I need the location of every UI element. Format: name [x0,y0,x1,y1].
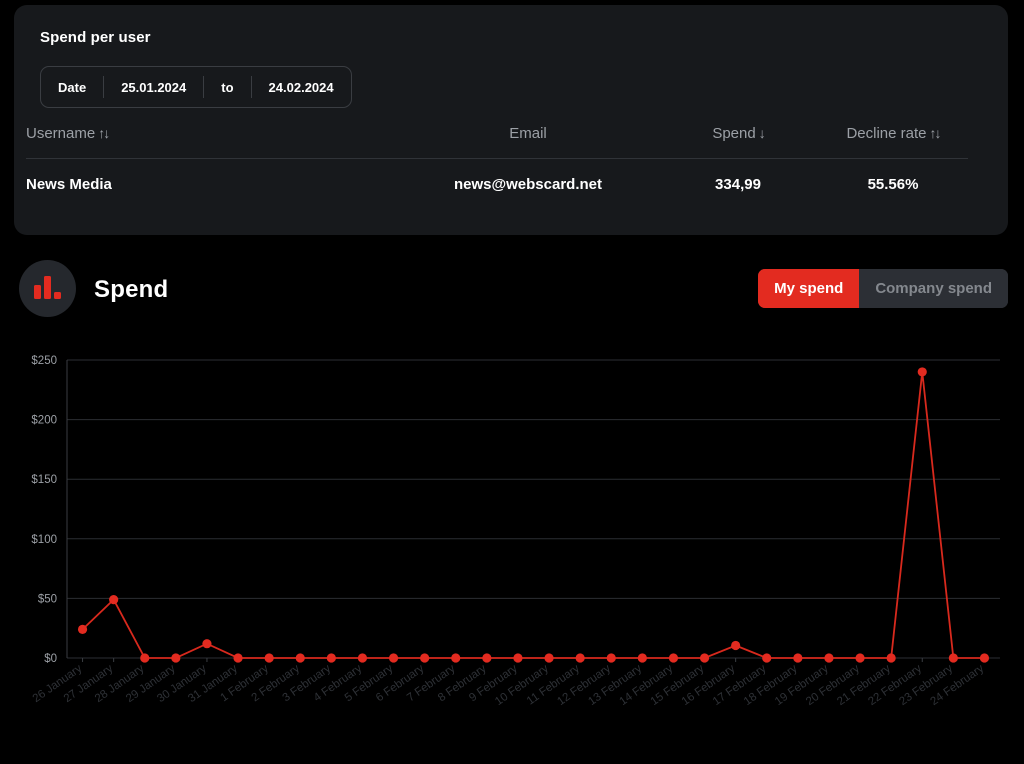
column-header-email-label: Email [509,125,547,142]
data-point[interactable] [544,653,554,663]
cell-spend: 334,99 [715,176,761,193]
data-point[interactable] [513,653,523,663]
column-header-spend[interactable]: Spend ↓ [658,125,818,142]
column-header-username-label: Username [26,125,96,142]
data-point[interactable] [140,653,150,663]
cell-username: News Media [26,176,112,193]
column-header-decline-rate-label: Decline rate [846,125,927,142]
data-point[interactable] [171,653,181,663]
sort-icon-spend[interactable]: ↓ [759,125,766,141]
data-point[interactable] [388,653,399,663]
data-point[interactable] [699,653,710,663]
date-to-input[interactable]: 24.02.2024 [252,67,351,107]
date-range-picker[interactable]: Date 25.01.2024 to 24.02.2024 [40,66,352,108]
cell-decline-rate: 55.56% [867,176,919,193]
cell-email: news@webscard.net [453,176,602,193]
card-title: Spend per user [40,29,151,46]
data-point[interactable] [979,653,990,663]
chart-panel-title: Spend [94,276,169,303]
spend-scope-toggle[interactable]: My spend Company spend [758,269,1008,308]
data-point[interactable] [731,640,741,651]
y-axis-tick-label: $150 [31,474,57,486]
data-point[interactable] [202,639,212,649]
app-root: Spend per user Date 25.01.2024 to 24.02.… [0,0,1024,764]
spend-per-user-card: Spend per user Date 25.01.2024 to 24.02.… [14,5,1008,235]
data-point[interactable] [762,653,772,663]
data-point[interactable] [357,653,368,663]
data-point[interactable] [917,367,927,377]
date-from-input[interactable]: 25.01.2024 [104,67,203,107]
y-axis-tick-label: $250 [31,355,57,367]
data-point[interactable] [264,653,274,663]
y-axis-tick-label: $50 [38,593,57,605]
y-axis-tick-label: $200 [31,415,57,427]
date-label: Date [58,79,87,95]
tab-my-spend[interactable]: My spend [758,269,860,308]
tab-company-spend[interactable]: Company spend [859,269,1008,308]
data-point[interactable] [824,653,834,663]
column-header-decline-rate[interactable]: Decline rate ↑↓ [818,125,968,142]
data-point[interactable] [233,653,243,663]
data-point[interactable] [668,653,679,663]
data-point[interactable] [575,653,585,663]
data-point[interactable] [326,653,336,663]
spend-line-chart[interactable]: $0$50$100$150$200$25026 January27 Januar… [0,330,1024,764]
y-axis-tick-label: $100 [31,534,57,546]
data-point[interactable] [886,653,896,663]
data-point[interactable] [855,653,865,663]
bar-chart-icon-glyph [34,276,61,299]
sort-icon-decline-rate[interactable]: ↑↓ [930,125,942,141]
data-point[interactable] [420,653,430,663]
spend-line-series [81,371,985,659]
column-header-spend-label: Spend [712,125,756,142]
bar-chart-icon [19,260,76,317]
table-row[interactable]: News Media news@webscard.net 334,99 55.5… [26,159,968,193]
data-point[interactable] [109,594,119,605]
y-axis-tick-label: $0 [44,653,57,665]
data-point[interactable] [948,653,958,663]
data-point[interactable] [482,653,492,663]
data-point[interactable] [77,624,88,634]
column-header-username[interactable]: Username ↑↓ [26,125,398,142]
column-header-email[interactable]: Email [398,125,658,142]
date-separator: to [221,79,234,95]
table-header-row: Username ↑↓ Email Spend ↓ Decline rate ↑↓ [26,125,968,159]
spend-table: Username ↑↓ Email Spend ↓ Decline rate ↑↓ N… [26,125,968,193]
data-point[interactable] [793,653,803,663]
data-point[interactable] [295,653,305,663]
sort-icon-username[interactable]: ↑↓ [98,125,110,141]
data-point[interactable] [451,653,461,663]
data-point[interactable] [637,653,647,663]
data-point[interactable] [606,653,616,663]
